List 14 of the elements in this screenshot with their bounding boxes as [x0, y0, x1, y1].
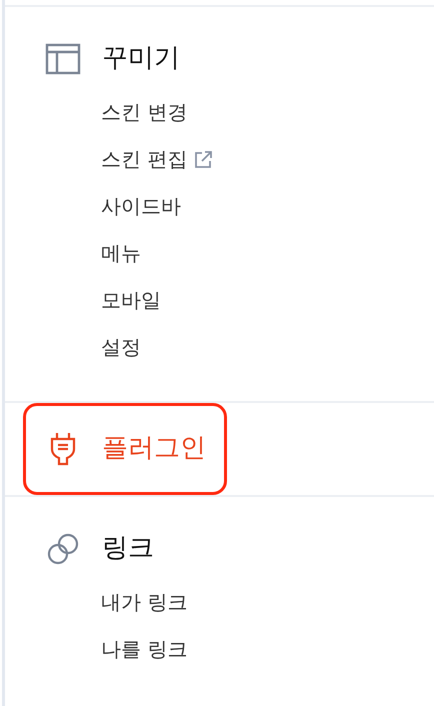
submenu-link[interactable]: 스킨 편집: [101, 136, 188, 183]
submenu-link[interactable]: 사이드바: [101, 183, 181, 230]
submenu-link[interactable]: 스킨 변경: [101, 89, 188, 136]
menu-title: 플러그인: [102, 432, 206, 466]
menu-header[interactable]: 플러그인: [23, 403, 227, 495]
submenu-link[interactable]: 나를 링크: [101, 626, 188, 673]
submenu-link[interactable]: 모바일: [101, 277, 161, 324]
menu-title: 링크: [102, 532, 154, 566]
submenu-link[interactable]: 내가 링크: [101, 579, 188, 626]
submenu-link[interactable]: 설정: [101, 324, 141, 371]
menu-title: 꾸미기: [102, 42, 180, 76]
menu-header[interactable]: 링크: [23, 497, 175, 579]
submenu-link[interactable]: 메뉴: [101, 230, 141, 277]
menu-header[interactable]: 꾸미기: [23, 7, 201, 89]
